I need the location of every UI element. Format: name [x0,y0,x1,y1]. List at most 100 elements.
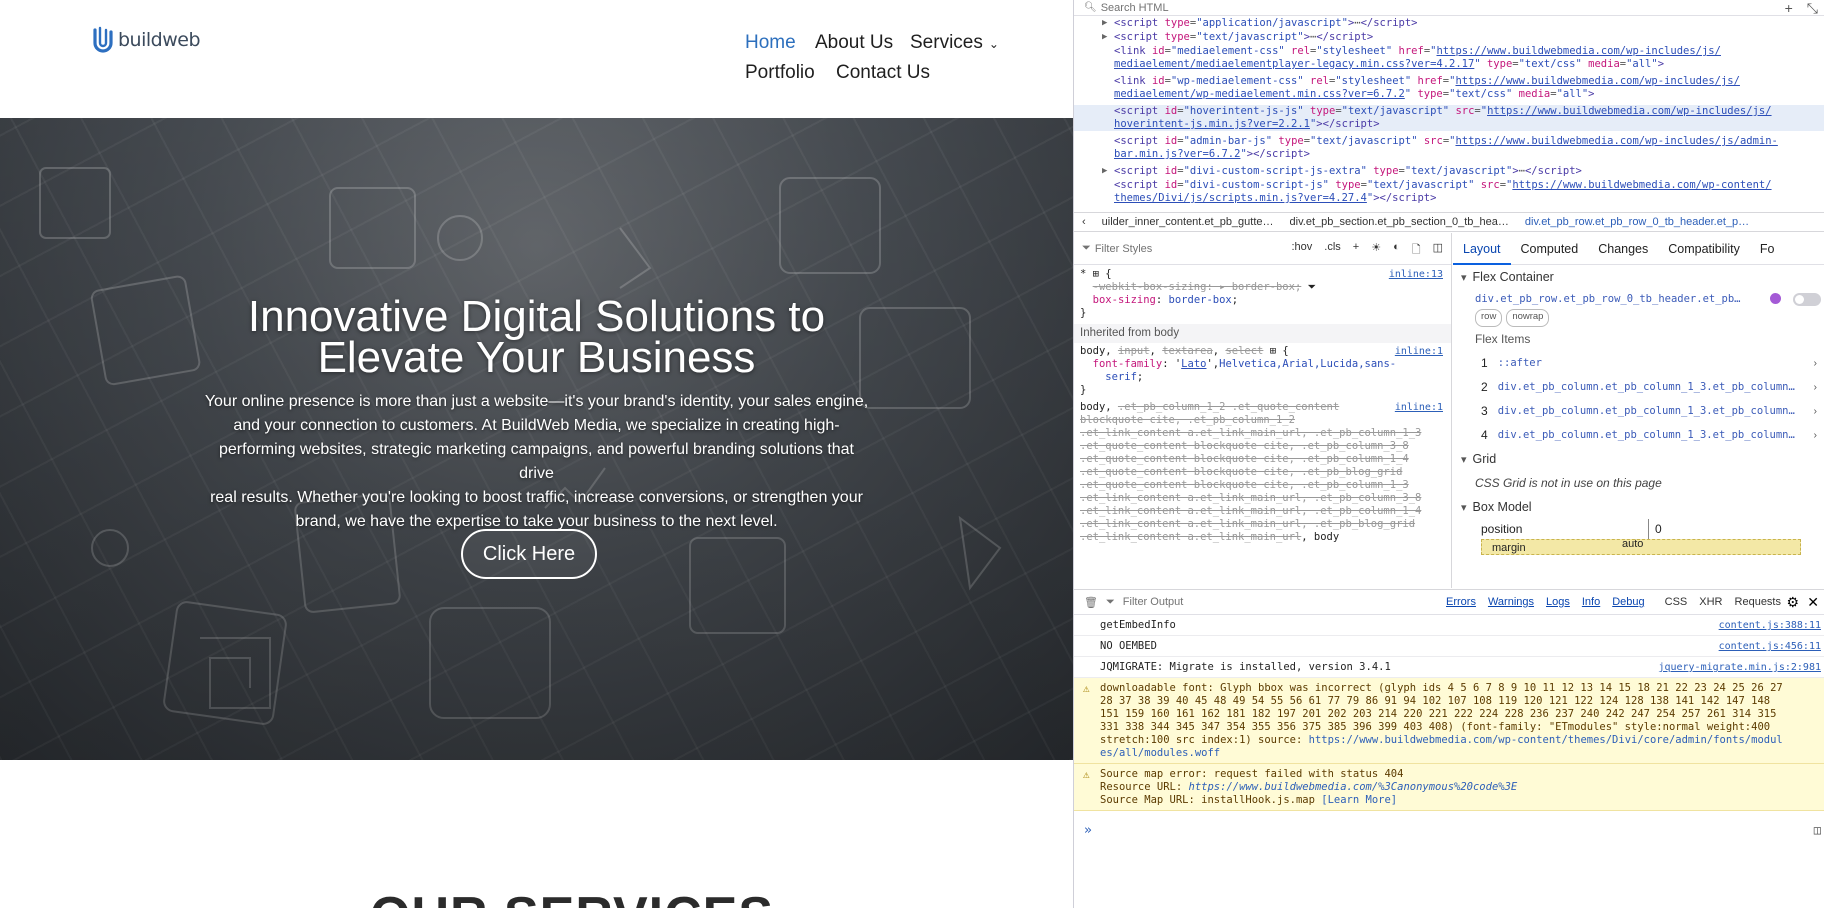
toggle-sidebar-icon[interactable]: ◫ [1433,241,1443,260]
nav-contact-us[interactable]: Contact Us [836,62,930,84]
console-filter-input[interactable]: Filter Output [1123,596,1184,608]
hero-description: Your online presence is more than just a… [200,390,873,534]
markup-line-selected[interactable]: <script id="hoverintent-js-js" type="tex… [1074,105,1824,131]
html-search-input[interactable]: Search HTML [1101,2,1169,14]
tab-computed[interactable]: Computed [1511,242,1589,256]
console-message-text: getEmbedInfo [1100,619,1176,631]
gear-icon[interactable]: ⚙ [1786,594,1799,611]
breadcrumb-item[interactable]: div.et_pb_section.et_pb_section_0_tb_hea… [1282,216,1517,228]
html-search-bar[interactable]: 🔍︎ Search HTML + ⤡ [1074,0,1824,16]
chevron-right-icon: › [1813,381,1818,393]
hero-description-line: real results. Whether you're looking to … [210,489,863,506]
services-heading: OUR SERVICES [370,888,774,908]
console-cat-warnings[interactable]: Warnings [1488,596,1534,608]
console-panel: 🗑︎ ⏷ Filter Output Errors Warnings Logs In… [1074,589,1824,908]
nav-about-us[interactable]: About Us [815,32,893,54]
flex-direction-pill: row [1475,309,1503,327]
tab-compatibility[interactable]: Compatibility [1658,242,1750,256]
search-icon: 🔍︎ [1084,2,1097,13]
print-media-icon[interactable]: 🗋︎ [1412,241,1421,260]
console-cat-debug[interactable]: Debug [1612,596,1644,608]
cls-toggle[interactable]: .cls [1324,241,1341,260]
nav-services[interactable]: Services ⌄ [910,32,999,54]
chevron-right-icon: › [1813,357,1818,369]
hero-description-line: performing websites, strategic marketing… [219,441,854,482]
chevron-right-icon: › [1813,429,1818,441]
rule-source-link[interactable]: inline:1 [1395,345,1443,358]
rule-source-link[interactable]: inline:13 [1389,268,1443,281]
console-cat-errors[interactable]: Errors [1446,596,1476,608]
flex-item-selector: div.et_pb_column.et_pb_column_1_3.et_pb_… [1497,429,1795,441]
markup-line[interactable]: <script id="divi-custom-script-js" type=… [1074,179,1824,205]
console-source-link[interactable]: content.js:456:11 [1719,640,1821,653]
tab-fonts[interactable]: Fo [1750,242,1785,256]
markup-line[interactable]: ▶ <script type="text/javascript">⋯</scrip… [1074,31,1824,44]
flex-item-number: 1 [1481,356,1488,370]
box-model-section[interactable]: Box Model [1453,495,1824,519]
console-cat-info[interactable]: Info [1582,596,1600,608]
grid-section[interactable]: Grid [1453,447,1824,471]
filter-styles-input[interactable]: Filter Styles [1095,243,1152,255]
box-model-position: position 0 [1453,519,1824,539]
dark-theme-icon[interactable]: ◐ [1393,241,1400,260]
markup-line[interactable]: ▶ <script id="divi-custom-script-js-extra… [1074,165,1824,178]
add-rule-icon[interactable]: + [1353,241,1359,260]
console-cat-css[interactable]: CSS [1665,596,1688,608]
breadcrumb-scroll-left-icon[interactable]: ‹ [1074,216,1094,228]
expand-triangle-icon[interactable]: ▶ [1102,165,1107,178]
warning-icon: ⚠ [1083,768,1090,781]
flex-item[interactable]: 2 div.et_pb_column.et_pb_column_1_3.et_pb… [1453,375,1824,399]
logo-text: buildweb [118,29,201,51]
flex-item[interactable]: 3 div.et_pb_column.et_pb_column_1_3.et_pb… [1453,399,1824,423]
flex-container-selector-text: div.et_pb_row.et_pb_row_0_tb_header.et_p… [1475,293,1741,305]
filter-icon: ⏷ [1105,595,1115,608]
tab-layout[interactable]: Layout [1453,233,1511,265]
trash-icon[interactable]: 🗑︎ [1084,596,1098,609]
console-message-text: JQMIGRATE: Migrate is installed, version… [1100,661,1391,673]
expand-triangle-icon[interactable]: ▶ [1102,17,1107,30]
flex-item-selector: ::after [1497,357,1542,369]
split-console-icon[interactable]: ◫ [1814,823,1821,837]
position-value[interactable]: 0 [1648,519,1662,539]
hov-toggle[interactable]: :hov [1291,241,1312,260]
pick-element-icon[interactable]: ⤡ [1807,0,1818,17]
flexbox-highlighter-toggle[interactable] [1793,293,1821,306]
console-warning: ⚠ downloadable font: Glyph bbox was incor… [1074,678,1824,764]
click-here-button[interactable]: Click Here [461,529,597,579]
flex-item[interactable]: 1::after › [1453,351,1824,375]
flex-item-number: 2 [1481,380,1488,394]
margin-value[interactable]: auto [1622,538,1643,550]
site-logo[interactable]: buildweb [90,26,201,54]
layout-panel: Layout Computed Changes Compatibility Fo… [1453,233,1824,588]
flex-container-section[interactable]: Flex Container [1453,265,1824,289]
breadcrumb-item-current[interactable]: div.et_pb_row.et_pb_row_0_tb_header.et_p… [1517,216,1757,228]
markup-line[interactable]: <script id="admin-bar-js" type="text/jav… [1074,135,1824,161]
breadcrumb-item[interactable]: uilder_inner_content.et_pb_gutte… [1094,216,1282,228]
flex-container-selector[interactable]: div.et_pb_row.et_pb_row_0_tb_header.et_p… [1453,289,1824,309]
light-theme-icon[interactable]: ☀ [1371,241,1381,260]
markup-line[interactable]: <link id="wp-mediaelement-css" rel="styl… [1074,75,1824,101]
console-message: NO OEMBED content.js:456:11 [1074,636,1824,657]
chevron-down-icon: ⌄ [988,37,999,51]
nav-portfolio[interactable]: Portfolio [745,62,815,84]
expand-triangle-icon[interactable]: ▶ [1102,31,1107,44]
rules-toolbar: ⏷ Filter Styles :hov .cls + ☀ ◐ 🗋︎ ◫ [1074,233,1451,265]
highlight-dot-icon[interactable] [1770,293,1781,304]
add-node-icon[interactable]: + [1785,0,1793,17]
console-message: getEmbedInfo content.js:388:11 [1074,615,1824,636]
console-cat-logs[interactable]: Logs [1546,596,1570,608]
tab-changes[interactable]: Changes [1588,242,1658,256]
console-cat-requests[interactable]: Requests [1735,596,1781,608]
console-prompt-icon[interactable]: » [1084,823,1092,838]
rule-source-link[interactable]: inline:1 [1395,401,1443,414]
console-source-link[interactable]: jquery-migrate.min.js:2:981 [1658,661,1821,674]
hero-description-line: Your online presence is more than just a… [204,393,869,410]
nav-home[interactable]: Home [745,32,796,54]
flex-item[interactable]: 4 div.et_pb_column.et_pb_column_1_3.et_pb… [1453,423,1824,447]
console-source-link[interactable]: content.js:388:11 [1719,619,1821,632]
website-viewport: buildweb Home About Us Services ⌄ Portfol… [0,0,1073,908]
close-icon[interactable]: ✕ [1807,594,1819,611]
markup-line[interactable]: ▶ <script type="application/javascript">⋯… [1074,17,1824,30]
markup-line[interactable]: <link id="mediaelement-css" rel="stylesh… [1074,45,1824,71]
console-cat-xhr[interactable]: XHR [1699,596,1722,608]
